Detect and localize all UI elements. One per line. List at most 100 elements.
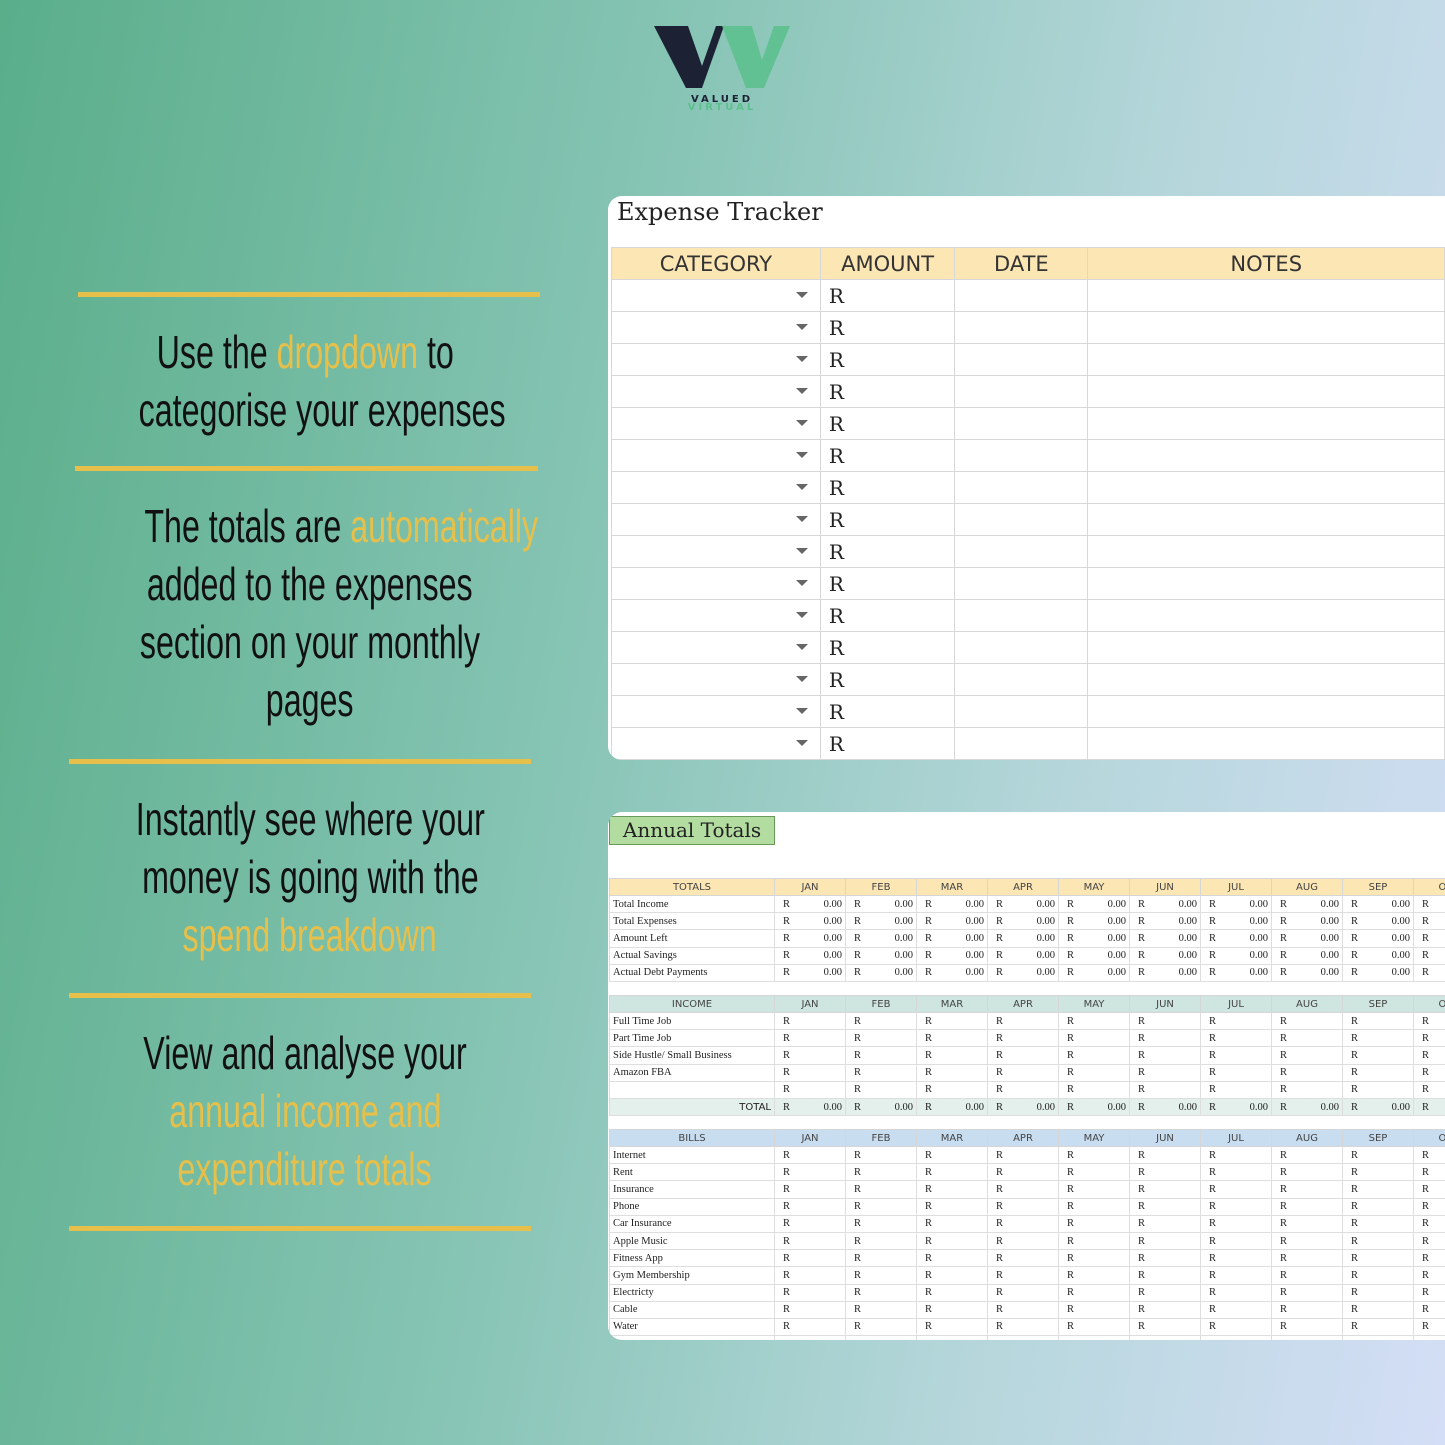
month-value-cell[interactable]: R <box>1271 1163 1343 1182</box>
month-value-cell[interactable]: R0.00 <box>987 946 1059 965</box>
month-value-cell[interactable]: R <box>845 1249 917 1268</box>
category-dropdown[interactable] <box>611 567 821 600</box>
month-value-cell[interactable]: R <box>987 1317 1059 1337</box>
month-value-cell[interactable]: R0.00 <box>1058 912 1130 931</box>
month-value-cell[interactable]: R0.00 <box>987 963 1059 982</box>
month-value-cell[interactable]: R0.00 <box>916 894 988 914</box>
notes-cell[interactable] <box>1087 663 1445 696</box>
notes-cell[interactable] <box>1087 439 1445 472</box>
month-value-cell[interactable]: R0.00 <box>1271 963 1343 982</box>
month-value-cell[interactable]: R0.00 <box>774 963 846 982</box>
month-value-cell[interactable]: R <box>774 1063 846 1082</box>
month-value-cell[interactable]: R <box>1271 1046 1343 1065</box>
notes-cell[interactable] <box>1087 727 1445 760</box>
dropdown-arrow-icon[interactable] <box>795 420 808 426</box>
month-value-cell[interactable]: R <box>916 1214 988 1233</box>
month-value-cell[interactable]: R <box>1200 1283 1272 1302</box>
category-dropdown[interactable] <box>611 279 821 312</box>
month-value-cell[interactable]: R0.00 <box>1271 946 1343 965</box>
month-value-cell[interactable]: R <box>774 1266 846 1285</box>
month-value-cell[interactable]: R <box>916 1029 988 1048</box>
month-value-cell[interactable]: R <box>774 1180 846 1199</box>
month-value-cell[interactable]: R <box>1413 1029 1445 1048</box>
month-value-cell[interactable]: R <box>1058 1046 1130 1065</box>
date-cell[interactable] <box>954 631 1089 664</box>
amount-cell[interactable]: R <box>819 567 956 600</box>
month-value-cell[interactable]: R <box>1271 1197 1343 1216</box>
dropdown-arrow-icon[interactable] <box>795 516 808 522</box>
month-value-cell[interactable]: R0.00 <box>1129 946 1201 965</box>
month-value-cell[interactable]: R <box>916 1300 988 1319</box>
month-value-cell[interactable]: R0.00 <box>1058 946 1130 965</box>
month-value-cell[interactable]: R0.00 <box>1413 963 1445 982</box>
month-value-cell[interactable]: R <box>916 1011 988 1031</box>
month-value-cell[interactable]: R <box>1413 1266 1445 1285</box>
dropdown-arrow-icon[interactable] <box>795 612 808 618</box>
month-value-cell[interactable]: R <box>1271 1011 1343 1031</box>
date-cell[interactable] <box>954 695 1089 728</box>
month-value-cell[interactable]: R <box>1129 1317 1201 1337</box>
notes-cell[interactable] <box>1087 567 1445 600</box>
month-value-cell[interactable]: R <box>987 1180 1059 1199</box>
month-value-cell[interactable]: R <box>1129 1335 1201 1340</box>
month-value-cell[interactable]: R <box>774 1231 846 1251</box>
month-value-cell[interactable]: R <box>987 1300 1059 1319</box>
month-value-cell[interactable]: R <box>987 1063 1059 1082</box>
month-value-cell[interactable]: R <box>774 1335 846 1340</box>
month-value-cell[interactable]: R <box>987 1266 1059 1285</box>
month-value-cell[interactable]: R <box>1271 1063 1343 1082</box>
month-value-cell[interactable]: R <box>1200 1046 1272 1065</box>
month-value-cell[interactable]: R <box>1058 1266 1130 1285</box>
month-value-cell[interactable]: R <box>1200 1029 1272 1048</box>
month-value-cell[interactable]: R <box>916 1080 988 1099</box>
category-dropdown[interactable] <box>611 343 821 376</box>
month-value-cell[interactable]: R <box>1271 1266 1343 1285</box>
dropdown-arrow-icon[interactable] <box>795 644 808 650</box>
dropdown-arrow-icon[interactable] <box>795 324 808 330</box>
month-value-cell[interactable]: R <box>987 1163 1059 1182</box>
month-value-cell[interactable]: R <box>916 1283 988 1302</box>
notes-cell[interactable] <box>1087 279 1445 312</box>
month-value-cell[interactable]: R <box>1200 1317 1272 1337</box>
category-dropdown[interactable] <box>611 695 821 728</box>
dropdown-arrow-icon[interactable] <box>795 484 808 490</box>
dropdown-arrow-icon[interactable] <box>795 356 808 362</box>
category-dropdown[interactable] <box>611 503 821 536</box>
month-value-cell[interactable]: R <box>845 1266 917 1285</box>
month-value-cell[interactable]: R <box>1129 1180 1201 1199</box>
month-value-cell[interactable]: R <box>1342 1163 1414 1182</box>
month-value-cell[interactable]: R <box>1200 1180 1272 1199</box>
month-value-cell[interactable]: R <box>1342 1029 1414 1048</box>
month-value-cell[interactable]: R0.00 <box>1200 894 1272 914</box>
notes-cell[interactable] <box>1087 375 1445 408</box>
month-value-cell[interactable]: R <box>774 1029 846 1048</box>
month-value-cell[interactable]: R0.00 <box>916 946 988 965</box>
date-cell[interactable] <box>954 535 1089 568</box>
month-value-cell[interactable]: R0.00 <box>845 963 917 982</box>
date-cell[interactable] <box>954 407 1089 440</box>
category-dropdown[interactable] <box>611 439 821 472</box>
month-value-cell[interactable]: R <box>1271 1145 1343 1165</box>
month-value-cell[interactable]: R <box>916 1266 988 1285</box>
month-value-cell[interactable]: R <box>1129 1300 1201 1319</box>
month-value-cell[interactable]: R <box>916 1249 988 1268</box>
month-value-cell[interactable]: R <box>1342 1145 1414 1165</box>
month-value-cell[interactable]: R <box>1342 1214 1414 1233</box>
month-value-cell[interactable]: R <box>845 1063 917 1082</box>
month-value-cell[interactable]: R <box>845 1317 917 1337</box>
notes-cell[interactable] <box>1087 535 1445 568</box>
amount-cell[interactable]: R <box>819 343 956 376</box>
month-value-cell[interactable]: R <box>987 1231 1059 1251</box>
month-value-cell[interactable]: R <box>1342 1011 1414 1031</box>
amount-cell[interactable]: R <box>819 439 956 472</box>
month-value-cell[interactable]: R <box>1342 1180 1414 1199</box>
month-value-cell[interactable]: R0.00 <box>1342 929 1414 948</box>
month-value-cell[interactable]: R <box>1200 1063 1272 1082</box>
month-value-cell[interactable]: R <box>1271 1180 1343 1199</box>
month-value-cell[interactable]: R <box>1058 1300 1130 1319</box>
month-value-cell[interactable]: R <box>1413 1163 1445 1182</box>
month-value-cell[interactable]: R0.00 <box>1342 963 1414 982</box>
amount-cell[interactable]: R <box>819 279 956 312</box>
month-value-cell[interactable]: R <box>845 1214 917 1233</box>
month-value-cell[interactable]: R <box>1058 1011 1130 1031</box>
